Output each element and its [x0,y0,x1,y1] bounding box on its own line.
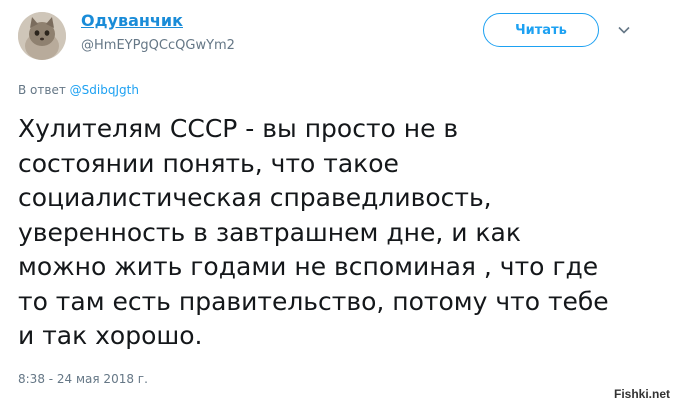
watermark-logo: Fishki.net [614,387,671,401]
follow-button[interactable]: Читать [483,13,599,47]
tweet-line: состоянии понять, что такое [18,148,399,178]
kitten-avatar-icon [18,12,66,60]
reply-context: В ответ @SdibqJgth [18,83,139,97]
tweet-line: Хулителям СССР - вы просто не в [18,114,459,143]
tweet-line: уверенность в завтрашнем дне, и как [18,217,521,247]
tweet-line: то там есть правительство, потому что те… [18,286,609,316]
user-handle[interactable]: @HmEYPgQCcQGwYm2 [81,38,235,53]
reply-prefix: В ответ [18,83,66,97]
tweet-timestamp[interactable]: 8:38 - 24 мая 2018 г. [18,372,148,386]
tweet-line: можно жить годами не вспоминая , что где [18,252,599,281]
tweet-line: и так хорошо. [18,321,203,350]
avatar[interactable] [18,12,66,60]
chevron-down-icon[interactable] [617,22,631,36]
tweet-text: Хулителям СССР - вы просто не в состояни… [18,112,658,354]
display-name[interactable]: Одуванчик [81,11,183,30]
tweet-line: социалистическая справедливость, [18,183,492,212]
reply-mention-link[interactable]: @SdibqJgth [70,83,139,97]
